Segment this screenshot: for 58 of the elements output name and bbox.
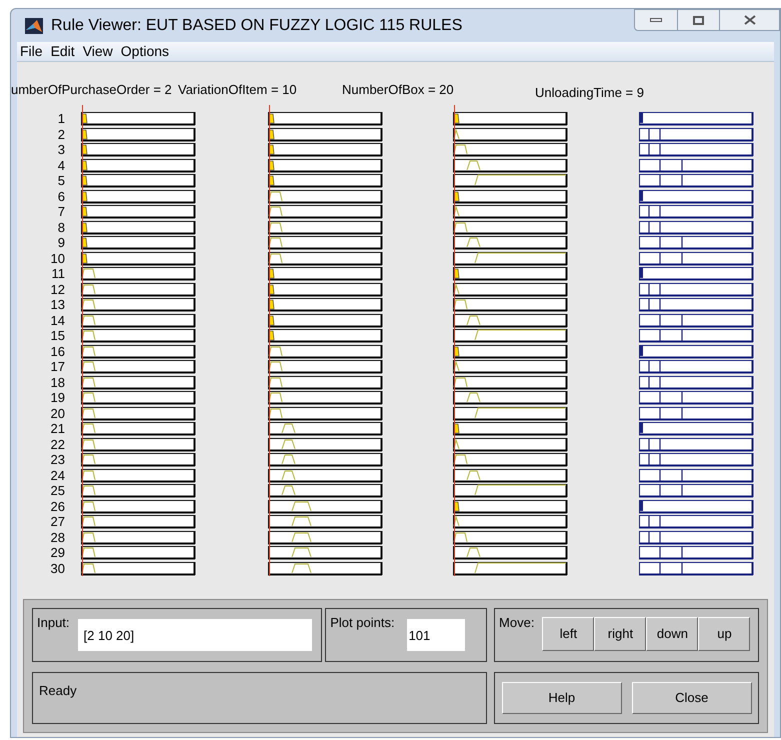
plot-points-label: Plot points:: [330, 614, 395, 632]
rule-number: 25: [50, 483, 65, 498]
rule-number: 24: [50, 468, 65, 483]
move-button[interactable]: up: [698, 617, 750, 651]
input-field[interactable]: [2 10 20]: [78, 619, 312, 651]
rule-number: 20: [50, 406, 65, 421]
rule-number: 17: [50, 359, 65, 374]
move-button[interactable]: left: [542, 617, 594, 651]
rule-number: 19: [50, 390, 65, 406]
rule-number: 4: [58, 158, 65, 173]
rule-number: 29: [50, 545, 65, 560]
plot-points-field[interactable]: 101: [406, 619, 465, 651]
dialog-button[interactable]: Help: [502, 682, 622, 714]
status-text: Ready: [39, 683, 77, 698]
rule-number: 27: [50, 514, 65, 530]
move-button[interactable]: down: [646, 617, 698, 651]
rule-number: 14: [50, 312, 65, 328]
minimize-icon: [650, 18, 662, 22]
minimize-button[interactable]: [634, 9, 678, 31]
menu-item[interactable]: Options: [120, 41, 170, 62]
rule-number: 26: [50, 498, 65, 514]
move-button[interactable]: right: [594, 617, 646, 651]
move-label: Move:: [499, 614, 534, 632]
rule-number: 9: [58, 235, 65, 250]
rule-number: 11: [52, 266, 65, 282]
rule-number: 3: [58, 142, 65, 158]
window-title: Rule Viewer: EUT BASED ON FUZZY LOGIC 115 RULES: [51, 16, 462, 36]
rule-number: 16: [50, 344, 65, 359]
variable-label: UnloadingTime = 9: [534, 84, 645, 102]
menu-item[interactable]: View: [82, 41, 114, 62]
close-icon: [744, 15, 756, 25]
rule-number: 15: [50, 328, 65, 344]
dialog-button[interactable]: Close: [632, 682, 752, 714]
rule-number: 12: [50, 282, 65, 297]
variable-label: NumberOfBox = 20: [341, 81, 455, 100]
variable-label: umberOfPurchaseOrder = 2: [11, 81, 173, 100]
input-label: Input:: [37, 614, 70, 632]
close-button[interactable]: [720, 9, 780, 31]
variable-label: VariationOfItem = 10: [178, 81, 298, 100]
rule-number: 2: [58, 126, 65, 142]
maximize-button[interactable]: [678, 9, 720, 31]
maximize-icon: [693, 16, 704, 24]
rule-number: 1: [58, 111, 65, 126]
menu-item[interactable]: Edit: [50, 41, 76, 62]
rule-number: 30: [50, 560, 65, 576]
rule-number: 8: [58, 220, 65, 235]
rule-number: 7: [58, 204, 65, 220]
rule-number: 6: [58, 188, 65, 204]
rule-number: 21: [50, 421, 65, 436]
rule-number: 18: [50, 374, 65, 390]
rule-number: 5: [58, 173, 65, 188]
rule-number: 28: [50, 530, 65, 545]
rule-number: 10: [50, 250, 65, 266]
app-logo-icon: [25, 18, 43, 34]
rule-number: 23: [50, 452, 65, 468]
menu-item[interactable]: File: [19, 41, 44, 62]
rule-number: 13: [50, 297, 65, 312]
rule-number: 22: [50, 436, 65, 452]
